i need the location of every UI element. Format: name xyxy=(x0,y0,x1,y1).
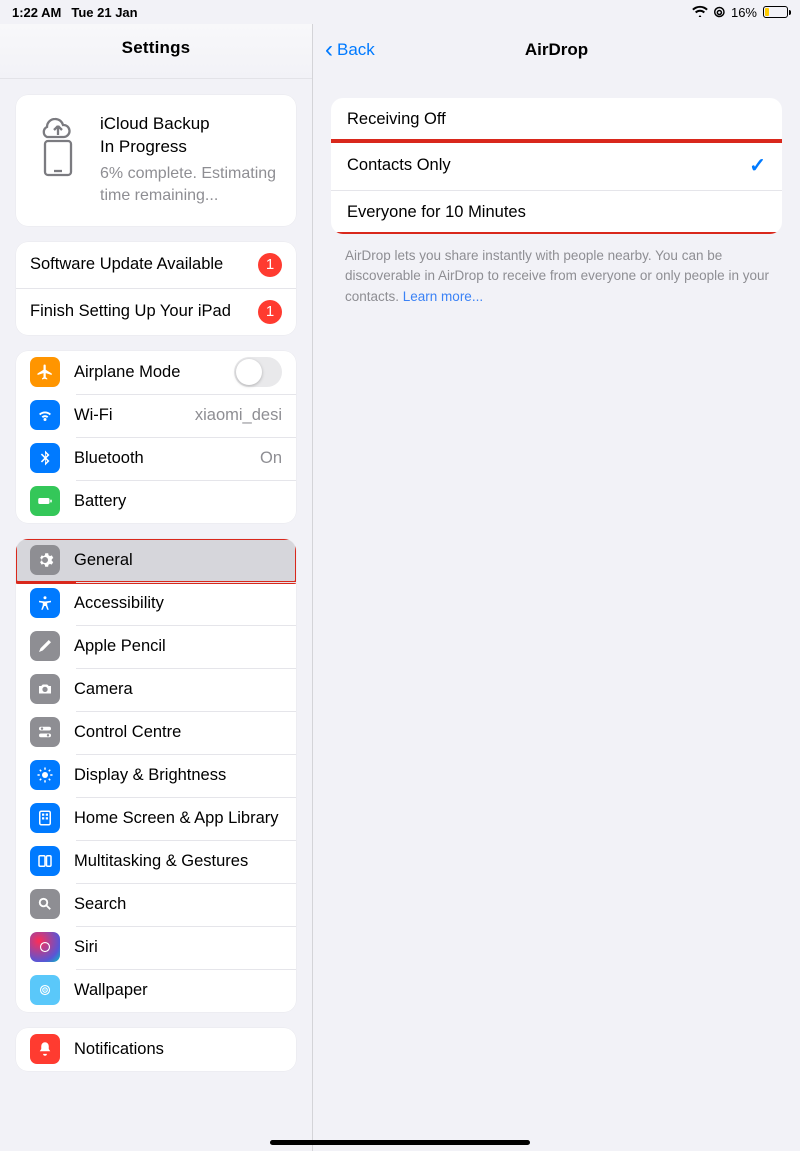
option-everyone-10min[interactable]: Everyone for 10 Minutes xyxy=(331,190,782,234)
wifi-value: xiaomi_desi xyxy=(195,406,282,425)
sidebar-item-accessibility[interactable]: Accessibility xyxy=(16,582,296,625)
pencil-icon xyxy=(30,631,60,661)
battery-icon xyxy=(763,6,788,18)
notifications-card: Notifications xyxy=(16,1028,296,1071)
icloud-backup-icon xyxy=(32,113,84,179)
backup-title-1: iCloud Backup xyxy=(100,113,280,136)
sidebar-item-label: Siri xyxy=(74,938,282,957)
main-settings-card: General Accessibility Apple Pencil Camer… xyxy=(16,539,296,1012)
orientation-lock-icon: ⦾ xyxy=(714,4,725,21)
settings-sidebar[interactable]: Settings iCloud Backup In Progress 6% co… xyxy=(0,24,313,1151)
wifi-icon xyxy=(30,400,60,430)
sidebar-item-label: Wallpaper xyxy=(74,981,282,1000)
connectivity-card: Airplane Mode Wi-Fi xiaomi_desi Bluetoot… xyxy=(16,351,296,523)
alert-badge: 1 xyxy=(258,253,282,277)
sidebar-item-wallpaper[interactable]: Wallpaper xyxy=(16,969,296,1012)
detail-pane: ‹ Back AirDrop Receiving Off Contacts On… xyxy=(313,24,800,1151)
status-time: 1:22 AM xyxy=(12,5,61,20)
option-label: Everyone for 10 Minutes xyxy=(347,203,526,222)
sidebar-item-siri[interactable]: Siri xyxy=(16,926,296,969)
status-bar: 1:22 AM Tue 21 Jan ⦾ 16% xyxy=(0,0,800,24)
accessibility-icon xyxy=(30,588,60,618)
search-icon xyxy=(30,889,60,919)
sidebar-item-multitasking[interactable]: Multitasking & Gestures xyxy=(16,840,296,883)
icloud-backup-card[interactable]: iCloud Backup In Progress 6% complete. E… xyxy=(16,95,296,226)
option-label: Receiving Off xyxy=(347,110,446,129)
sidebar-item-camera[interactable]: Camera xyxy=(16,668,296,711)
detail-header: ‹ Back AirDrop xyxy=(313,24,800,76)
sidebar-item-apple-pencil[interactable]: Apple Pencil xyxy=(16,625,296,668)
home-screen-icon xyxy=(30,803,60,833)
sidebar-item-label: Battery xyxy=(74,492,282,511)
sidebar-item-label: Control Centre xyxy=(74,723,282,742)
sidebar-item-label: Accessibility xyxy=(74,594,282,613)
camera-icon xyxy=(30,674,60,704)
sidebar-item-label: Notifications xyxy=(74,1040,282,1059)
bt-value: On xyxy=(260,449,282,468)
sidebar-item-label: Wi-Fi xyxy=(74,406,195,425)
airplane-icon xyxy=(30,357,60,387)
sidebar-item-bluetooth[interactable]: Bluetooth On xyxy=(16,437,296,480)
battery-icon xyxy=(30,486,60,516)
bell-icon xyxy=(30,1034,60,1064)
sidebar-item-battery[interactable]: Battery xyxy=(16,480,296,523)
sidebar-item-control-centre[interactable]: Control Centre xyxy=(16,711,296,754)
airplane-toggle[interactable] xyxy=(234,357,282,387)
alert-badge: 1 xyxy=(258,300,282,324)
sidebar-item-notifications[interactable]: Notifications xyxy=(16,1028,296,1071)
sidebar-item-search[interactable]: Search xyxy=(16,883,296,926)
back-button[interactable]: ‹ Back xyxy=(325,40,375,60)
sidebar-item-label: Search xyxy=(74,895,282,914)
option-label: Contacts Only xyxy=(347,156,451,175)
sidebar-item-software-update[interactable]: Software Update Available 1 xyxy=(16,242,296,288)
sidebar-item-label: General xyxy=(74,551,282,570)
gear-icon xyxy=(30,545,60,575)
sidebar-item-label: Multitasking & Gestures xyxy=(74,852,282,871)
option-contacts-only[interactable]: Contacts Only ✓ xyxy=(331,141,782,190)
battery-pct: 16% xyxy=(731,5,757,20)
sidebar-item-airplane[interactable]: Airplane Mode xyxy=(16,351,296,394)
page-title: AirDrop xyxy=(525,40,588,60)
control-centre-icon xyxy=(30,717,60,747)
bluetooth-icon xyxy=(30,443,60,473)
sidebar-item-finish-setup[interactable]: Finish Setting Up Your iPad 1 xyxy=(16,288,296,335)
brightness-icon xyxy=(30,760,60,790)
sidebar-item-home-screen[interactable]: Home Screen & App Library xyxy=(16,797,296,840)
sidebar-item-label: Bluetooth xyxy=(74,449,260,468)
wallpaper-icon xyxy=(30,975,60,1005)
siri-icon xyxy=(30,932,60,962)
sidebar-item-label: Apple Pencil xyxy=(74,637,282,656)
sidebar-item-label: Home Screen & App Library xyxy=(74,809,282,828)
backup-title-2: In Progress xyxy=(100,136,280,159)
back-label: Back xyxy=(337,40,375,60)
alerts-card: Software Update Available 1 Finish Setti… xyxy=(16,242,296,335)
multitasking-icon xyxy=(30,846,60,876)
sidebar-item-display[interactable]: Display & Brightness xyxy=(16,754,296,797)
airdrop-options-card: Receiving Off Contacts Only ✓ Everyone f… xyxy=(331,98,782,234)
sidebar-title: Settings xyxy=(0,24,312,79)
sidebar-item-label: Airplane Mode xyxy=(74,363,234,382)
sidebar-item-wifi[interactable]: Wi-Fi xiaomi_desi xyxy=(16,394,296,437)
option-receiving-off[interactable]: Receiving Off xyxy=(331,98,782,141)
status-date: Tue 21 Jan xyxy=(71,5,137,20)
sidebar-item-label: Display & Brightness xyxy=(74,766,282,785)
sidebar-item-general[interactable]: General xyxy=(16,539,296,582)
home-indicator[interactable] xyxy=(270,1140,530,1145)
sidebar-item-label: Finish Setting Up Your iPad xyxy=(30,302,258,321)
backup-sub: 6% complete. Estimating time remaining..… xyxy=(100,163,280,208)
footer-note: AirDrop lets you share instantly with pe… xyxy=(345,246,772,307)
wifi-icon xyxy=(692,5,708,20)
sidebar-item-label: Camera xyxy=(74,680,282,699)
sidebar-item-label: Software Update Available xyxy=(30,255,258,274)
checkmark-icon: ✓ xyxy=(749,153,766,178)
learn-more-link[interactable]: Learn more... xyxy=(403,289,483,304)
